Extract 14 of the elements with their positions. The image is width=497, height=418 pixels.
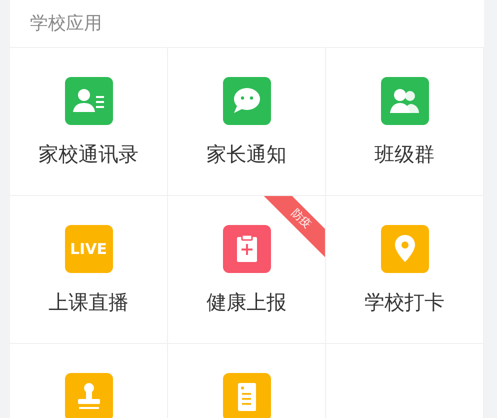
app-label: 上课直播 xyxy=(48,289,128,315)
app-tile[interactable]: 健康上报 防疫 xyxy=(168,196,326,344)
app-label: 家长通知 xyxy=(206,141,286,167)
app-label: 健康上报 xyxy=(206,289,286,315)
app-label: 家校通讯录 xyxy=(38,141,138,167)
app-label: 学校打卡 xyxy=(364,289,444,315)
app-tile[interactable]: 学校打卡 xyxy=(326,196,484,344)
section-title: 学校应用 xyxy=(30,12,102,36)
app-tile[interactable]: LIVE 上课直播 xyxy=(10,196,168,344)
app-label: 班级群 xyxy=(374,141,434,167)
app-tile[interactable]: 班级群 xyxy=(326,48,484,196)
app-tile[interactable]: 家校通讯录 xyxy=(10,48,168,196)
live-icon: LIVE xyxy=(64,225,112,273)
app-tile[interactable]: 家长通知 xyxy=(168,48,326,196)
